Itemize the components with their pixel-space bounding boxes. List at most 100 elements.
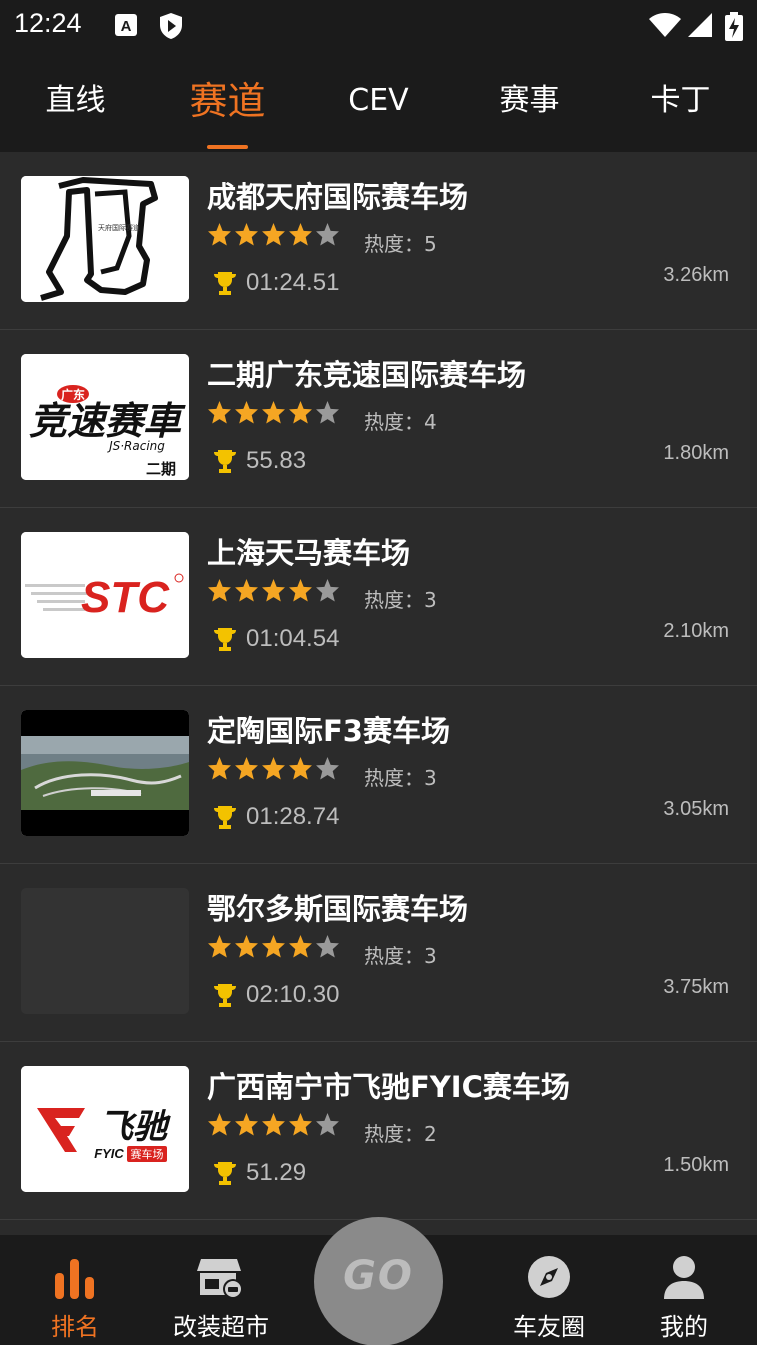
star-filled-icon	[208, 935, 231, 958]
shield-play-icon	[160, 13, 182, 39]
go-button[interactable]: GO	[314, 1217, 443, 1345]
trophy-icon	[214, 450, 236, 473]
heat-label: 热度：3	[364, 766, 437, 790]
stc-logo: STC	[21, 532, 189, 658]
status-bar: 12:24 A	[0, 0, 757, 52]
best-lap-time: 51.29	[246, 1159, 307, 1186]
track-name: 二期广东竞速国际赛车场	[207, 358, 527, 392]
heat-label: 热度：4	[364, 410, 437, 434]
star-filled-icon	[262, 579, 285, 602]
track-thumbnail: 广东 竞速赛車 JS·Racing 二期	[21, 354, 189, 480]
heat-label: 热度：3	[364, 944, 437, 968]
star-filled-icon	[262, 935, 285, 958]
star-filled-icon	[208, 579, 231, 602]
heat-label: 热度：3	[364, 588, 437, 612]
star-filled-icon	[235, 757, 258, 780]
star-empty-icon	[316, 935, 339, 958]
track-row[interactable]: 鄂尔多斯国际赛车场 热度：3 02:10.30 3.75km	[0, 864, 757, 1042]
logo-badge-text: 赛车场	[131, 1147, 164, 1161]
track-row[interactable]: 天府国际赛道 成都天府国际赛车场 热度：5 01:24.51 3.26km	[0, 152, 757, 330]
trophy-icon	[214, 628, 236, 651]
star-empty-icon	[316, 223, 339, 246]
track-distance: 3.05km	[663, 798, 729, 820]
wifi-icon	[649, 13, 681, 37]
logo-text: STC	[81, 573, 170, 622]
heat-label: 热度：2	[364, 1122, 437, 1146]
keyboard-notification-icon: A	[115, 14, 137, 36]
nav-item-me[interactable]: 我的	[609, 1235, 757, 1345]
track-name: 鄂尔多斯国际赛车场	[207, 892, 469, 926]
rating-stars	[207, 400, 340, 428]
star-filled-icon	[289, 1113, 312, 1136]
compass-icon	[528, 1256, 570, 1298]
tab-karting[interactable]: 卡丁	[605, 52, 756, 152]
track-row[interactable]: STC 上海天马赛车场 热度：3 01:04.54 2.10km	[0, 508, 757, 686]
rating-stars	[207, 934, 340, 962]
track-distance: 1.50km	[663, 1154, 729, 1176]
bar-chart-icon	[55, 1259, 94, 1299]
star-filled-icon	[235, 1113, 258, 1136]
trophy-icon	[214, 1162, 236, 1185]
trophy-icon	[214, 984, 236, 1007]
star-filled-icon	[208, 401, 231, 424]
active-tab-indicator	[207, 145, 248, 149]
tab-cev[interactable]: CEV	[303, 52, 454, 152]
tab-events[interactable]: 赛事	[454, 52, 605, 152]
star-filled-icon	[262, 223, 285, 246]
best-lap-time: 01:04.54	[246, 625, 340, 652]
nav-item-ranking[interactable]: 排名	[0, 1235, 150, 1345]
nav-label: 改装超市	[173, 1313, 269, 1341]
logo-sub-text: FYIC	[94, 1146, 124, 1161]
svg-text:A: A	[121, 18, 132, 35]
nav-item-car-friends[interactable]: 车友圈	[474, 1235, 624, 1345]
track-thumbnail	[21, 710, 189, 836]
track-thumbnail: 飞驰 FYIC 赛车场	[21, 1066, 189, 1192]
track-thumbnail: STC	[21, 532, 189, 658]
star-filled-icon	[235, 935, 258, 958]
track-map-image: 天府国际赛道	[21, 176, 189, 302]
tab-circuit[interactable]: 赛道	[152, 52, 303, 152]
star-filled-icon	[289, 223, 312, 246]
track-distance: 3.75km	[663, 976, 729, 998]
track-name: 上海天马赛车场	[207, 536, 411, 570]
star-filled-icon	[289, 579, 312, 602]
track-distance: 1.80km	[663, 442, 729, 464]
category-tabs: 直线 赛道 CEV 赛事 卡丁	[0, 52, 757, 152]
star-filled-icon	[208, 223, 231, 246]
tab-straight-line[interactable]: 直线	[0, 52, 151, 152]
battery-charging-icon	[725, 12, 743, 41]
nav-label: 我的	[660, 1313, 708, 1341]
trophy-icon	[214, 806, 236, 829]
star-filled-icon	[235, 579, 258, 602]
track-name: 成都天府国际赛车场	[207, 180, 469, 214]
logo-phase-text: 二期	[146, 460, 176, 478]
track-row[interactable]: 定陶国际F3赛车场 热度：3 01:28.74 3.05km	[0, 686, 757, 864]
heat-label: 热度：5	[364, 232, 437, 256]
nav-item-mod-shop[interactable]: 改装超市	[146, 1235, 296, 1345]
best-lap-time: 55.83	[246, 447, 307, 474]
logo-main-text: 竞速赛車	[29, 399, 186, 443]
star-filled-icon	[289, 935, 312, 958]
star-filled-icon	[262, 757, 285, 780]
track-row[interactable]: 广东 竞速赛車 JS·Racing 二期 二期广东竞速国际赛车场 热度：4 55…	[0, 330, 757, 508]
user-icon	[664, 1256, 704, 1299]
star-empty-icon	[316, 757, 339, 780]
rating-stars	[207, 578, 340, 606]
logo-main-text: 飞驰	[99, 1107, 171, 1147]
star-filled-icon	[208, 1113, 231, 1136]
best-lap-time: 02:10.30	[246, 981, 340, 1008]
logo-sub-text: JS·Racing	[107, 439, 165, 453]
track-list[interactable]: 天府国际赛道 成都天府国际赛车场 热度：5 01:24.51 3.26km 广东…	[0, 152, 757, 1235]
track-map-caption: 天府国际赛道	[98, 223, 140, 232]
nav-label: 车友圈	[513, 1313, 585, 1341]
star-filled-icon	[262, 401, 285, 424]
status-time: 12:24	[14, 8, 82, 38]
star-filled-icon	[262, 1113, 285, 1136]
star-empty-icon	[316, 401, 339, 424]
signal-icon	[688, 13, 712, 37]
track-name: 定陶国际F3赛车场	[207, 714, 450, 748]
track-row[interactable]: 飞驰 FYIC 赛车场 广西南宁市飞驰FYIC赛车场 热度：2 51.29 1.…	[0, 1042, 757, 1220]
shop-icon	[197, 1259, 243, 1299]
track-thumbnail: 天府国际赛道	[21, 176, 189, 302]
best-lap-time: 01:28.74	[246, 803, 340, 830]
